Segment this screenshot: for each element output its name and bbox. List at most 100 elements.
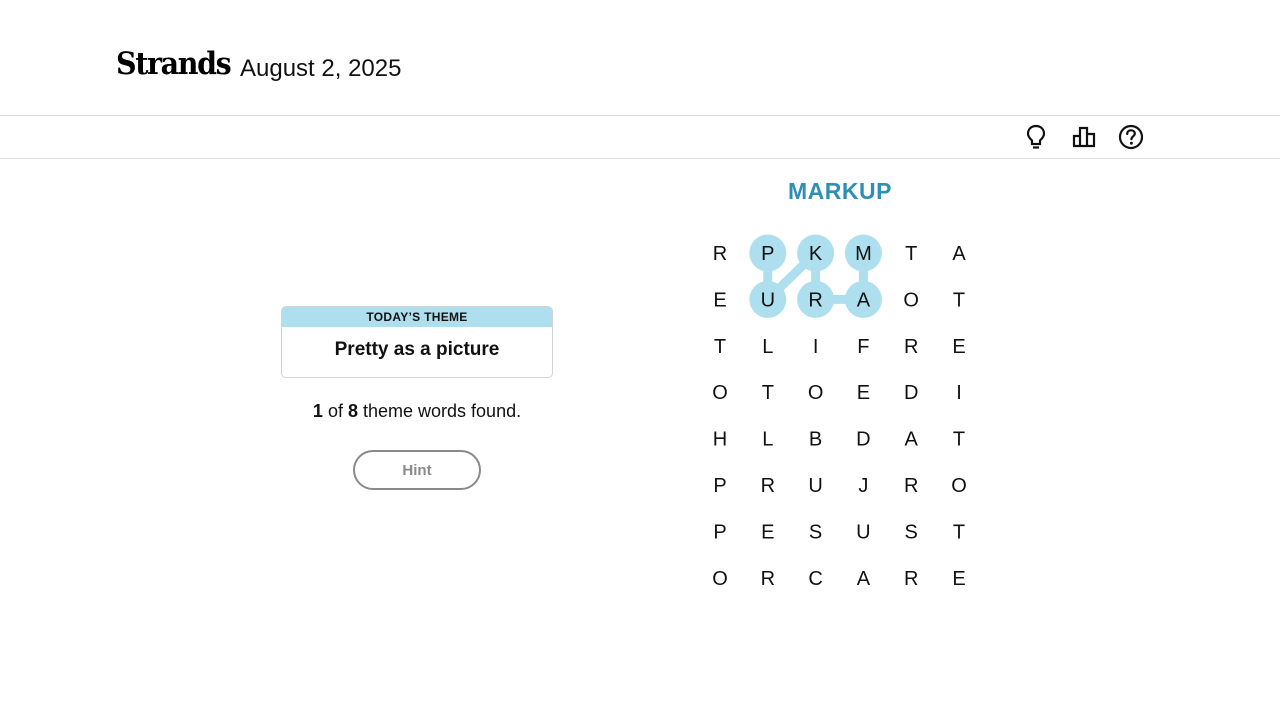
grid-letter: O: [712, 382, 728, 404]
grid-letter: E: [857, 382, 870, 404]
letter-cell[interactable]: L: [749, 327, 786, 364]
grid-letter: O: [903, 289, 919, 311]
letter-cell[interactable]: R: [893, 559, 930, 596]
grid-letter: P: [713, 521, 726, 543]
letter-cell[interactable]: F: [845, 327, 882, 364]
help-icon: [1118, 124, 1144, 150]
letter-cell[interactable]: P: [702, 467, 739, 504]
grid-letter: R: [904, 475, 918, 497]
grid-letter: P: [713, 475, 726, 497]
grid-letter: J: [858, 475, 868, 497]
grid-letter: D: [856, 429, 870, 451]
letter-cell[interactable]: I: [941, 374, 978, 411]
progress-of: of: [327, 401, 343, 421]
letter-cell[interactable]: A: [893, 420, 930, 457]
letter-cell[interactable]: T: [893, 235, 930, 272]
letter-cell[interactable]: A: [941, 235, 978, 272]
letter-cell[interactable]: T: [941, 281, 978, 318]
grid-letter: A: [952, 243, 966, 265]
letter-cell[interactable]: E: [845, 374, 882, 411]
grid-letter: T: [953, 289, 965, 311]
letter-cell[interactable]: U: [749, 280, 787, 318]
found-count: 1: [312, 401, 323, 421]
letter-cell[interactable]: S: [893, 513, 930, 550]
letter-cell[interactable]: R: [797, 280, 835, 318]
letter-cell[interactable]: O: [702, 559, 739, 596]
grid-letter: S: [809, 521, 822, 543]
grid-letter: E: [952, 336, 965, 358]
grid-letter: D: [904, 382, 918, 404]
letter-cell[interactable]: E: [941, 327, 978, 364]
letter-cell[interactable]: O: [893, 281, 930, 318]
grid-letter: R: [904, 336, 918, 358]
theme-text: Pretty as a picture: [334, 339, 500, 360]
grid-letter: R: [713, 243, 727, 265]
letter-cell[interactable]: E: [702, 281, 739, 318]
app-title: Strands: [116, 46, 232, 82]
hint-lightbulb-button[interactable]: [1023, 124, 1049, 150]
grid-letter: M: [855, 243, 872, 265]
grid-letter: U: [856, 521, 870, 543]
letter-cell[interactable]: U: [797, 467, 834, 504]
help-button[interactable]: [1118, 124, 1144, 150]
letter-cell[interactable]: B: [797, 420, 834, 457]
grid-letter: E: [952, 568, 965, 590]
grid-letter: P: [761, 243, 774, 265]
letter-cell[interactable]: P: [749, 234, 787, 272]
grid-letter: S: [905, 521, 918, 543]
letter-cell[interactable]: R: [893, 327, 930, 364]
letter-cell[interactable]: H: [702, 420, 739, 457]
theme-label: TODAY’S THEME: [282, 307, 552, 327]
grid-letter: A: [857, 289, 871, 311]
grid-letter: U: [761, 289, 775, 311]
letter-cell[interactable]: K: [797, 234, 835, 272]
grid-letter: T: [953, 521, 965, 543]
grid-letter: O: [808, 382, 824, 404]
letter-cell[interactable]: U: [845, 513, 882, 550]
letter-cell[interactable]: R: [702, 235, 739, 272]
grid-letter: I: [956, 382, 962, 404]
theme-card: TODAY’S THEME Pretty as a picture: [281, 306, 553, 378]
grid-letter: R: [808, 289, 822, 311]
letter-cell[interactable]: A: [845, 559, 882, 596]
letter-cell[interactable]: A: [844, 280, 882, 318]
lightbulb-icon: [1026, 124, 1046, 149]
letter-cell[interactable]: T: [941, 420, 978, 457]
letter-cell[interactable]: M: [844, 234, 882, 272]
letter-cell[interactable]: R: [749, 467, 786, 504]
letter-cell[interactable]: S: [797, 513, 834, 550]
progress-suffix: theme words found.: [363, 401, 522, 421]
letter-cell[interactable]: O: [941, 467, 978, 504]
grid-letter: A: [905, 429, 919, 451]
grid-letter: E: [761, 521, 774, 543]
letter-cell[interactable]: E: [749, 513, 786, 550]
letter-cell[interactable]: C: [797, 559, 834, 596]
letter-cell[interactable]: T: [749, 374, 786, 411]
grid-letter: F: [857, 336, 869, 358]
grid-letter: U: [808, 475, 822, 497]
header: Strands August 2, 2025: [0, 0, 1280, 115]
grid-letter: T: [762, 382, 774, 404]
letter-cell[interactable]: T: [941, 513, 978, 550]
letter-cell[interactable]: R: [749, 559, 786, 596]
grid-letter: B: [809, 429, 822, 451]
grid-letter: I: [813, 336, 819, 358]
grid-letter: R: [761, 475, 775, 497]
letter-cell[interactable]: R: [893, 467, 930, 504]
grid-letter: L: [762, 429, 773, 451]
letter-cell[interactable]: D: [893, 374, 930, 411]
letter-cell[interactable]: E: [941, 559, 978, 596]
letter-cell[interactable]: P: [702, 513, 739, 550]
statistics-button[interactable]: [1071, 124, 1097, 150]
grid-letter: T: [714, 336, 726, 358]
grid-letter: R: [904, 568, 918, 590]
letter-cell[interactable]: L: [749, 420, 786, 457]
letter-cell[interactable]: D: [845, 420, 882, 457]
letter-cell[interactable]: O: [797, 374, 834, 411]
letter-cell[interactable]: I: [797, 327, 834, 364]
letter-cell[interactable]: J: [845, 467, 882, 504]
grid-letter: R: [761, 568, 775, 590]
hint-button[interactable]: Hint: [353, 450, 481, 490]
letter-cell[interactable]: O: [702, 374, 739, 411]
letter-cell[interactable]: T: [702, 327, 739, 364]
